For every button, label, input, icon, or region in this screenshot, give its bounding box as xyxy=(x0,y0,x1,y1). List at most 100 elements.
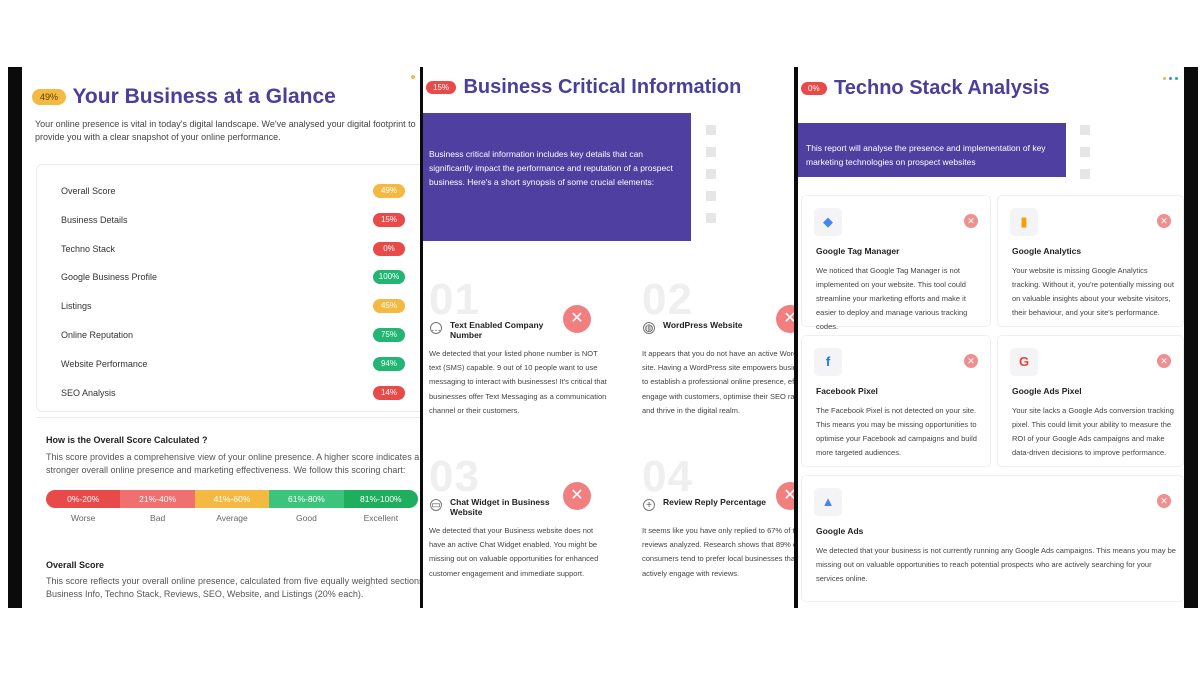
score-label: SEO Analysis xyxy=(61,387,116,398)
score-label: Techno Stack xyxy=(61,243,116,254)
card-body: It seems like you have only replied to 6… xyxy=(642,526,794,578)
card-body: We detected that your Business website d… xyxy=(429,526,599,578)
score-badge: 49% xyxy=(373,184,405,198)
glance-panel: 49% Your Business at a Glance Your onlin… xyxy=(22,67,420,608)
score-label: Google Business Profile xyxy=(61,272,158,283)
scale-label: Bad xyxy=(150,513,166,523)
glance-intro: Your online presence is vital in today's… xyxy=(35,119,416,142)
close-icon[interactable]: ✕ xyxy=(1157,494,1171,508)
tool-body: We noticed that Google Tag Manager is no… xyxy=(816,266,968,331)
scale-segment: 21%-40% xyxy=(120,490,195,508)
score-scale-labels: Worse Bad Average Good Excellent xyxy=(46,513,418,523)
tool-name: Google Analytics xyxy=(1012,246,1082,256)
critical-panel: 15% Business Critical Information Busine… xyxy=(423,67,794,608)
tool-name: Google Ads Pixel xyxy=(1012,386,1082,396)
close-icon[interactable]: ✕ xyxy=(964,214,978,228)
calc-title: How is the Overall Score Calculated ? xyxy=(46,435,208,445)
decor-dot xyxy=(411,75,415,79)
score-row: Google Business Profile 100% xyxy=(61,269,405,285)
close-icon[interactable]: ✕ xyxy=(1157,354,1171,368)
tool-card: ◆ Google Tag Manager ✕ We noticed that Goog… xyxy=(801,195,991,331)
google-ads-icon-glyph: ▲ xyxy=(821,494,835,509)
scale-segment: 61%-80% xyxy=(269,490,344,508)
critical-intro: Business critical information includes k… xyxy=(429,149,673,187)
card-number: 03 xyxy=(429,452,480,501)
card-body: It appears that you do not have an activ… xyxy=(642,349,794,415)
card-number: 04 xyxy=(642,452,693,501)
scale-label: Worse xyxy=(71,513,96,523)
tool-name: Google Ads xyxy=(816,526,864,536)
scale-segment: 81%-100% xyxy=(343,490,419,508)
google-icon-glyph: G xyxy=(1018,354,1030,369)
google-icon: G xyxy=(1010,348,1038,376)
google-tag-manager-icon-glyph: ◆ xyxy=(823,214,833,229)
close-icon[interactable]: ✕ xyxy=(776,305,794,333)
card-title: Review Reply Percentage xyxy=(663,497,766,507)
score-scale-bar: 0%-20% 21%-40% 41%-60% 61%-80% 81%-100% xyxy=(46,490,419,508)
calc-text: This score provides a comprehensive view… xyxy=(46,452,420,475)
overall-score-text: This score reflects your overall online … xyxy=(46,576,420,599)
close-icon[interactable]: ✕ xyxy=(1157,214,1171,228)
close-icon[interactable]: ✕ xyxy=(563,482,591,510)
google-analytics-icon: ▮ xyxy=(1010,208,1038,236)
facebook-icon: f xyxy=(814,348,842,376)
critical-title: Business Critical Information xyxy=(463,76,742,98)
critical-card: 01… Text Enabled Company Number ✕ We detect… xyxy=(423,275,608,435)
critical-card: 03 ▭ Chat Widget in Business Website ✕ We de… xyxy=(423,452,608,608)
close-icon[interactable]: ✕ xyxy=(563,305,591,333)
score-row: Overall Score 49% xyxy=(61,183,405,199)
critical-card: 02 ◍ WordPress Website ✕ It appears that you… xyxy=(636,275,794,435)
tool-card: f Facebook Pixel ✕ The Facebook Pixel is no… xyxy=(801,335,991,467)
scale-segment: 41%-60% xyxy=(194,490,270,508)
card-title: Text Enabled Company Number xyxy=(450,320,544,340)
decor-squares xyxy=(706,125,716,235)
score-label: Website Performance xyxy=(61,358,148,369)
google-ads-icon: ▲ xyxy=(814,488,842,516)
glance-percent-badge: 49% xyxy=(32,89,67,105)
tool-body: Your website is missing Google Analytics… xyxy=(1012,266,1174,317)
sms-icon: … xyxy=(430,322,442,334)
score-row: Business Details 15% xyxy=(61,212,405,228)
google-tag-manager-icon: ◆ xyxy=(814,208,842,236)
critical-card: 04 + Review Reply Percentage ✕ It seems like… xyxy=(636,452,794,608)
glance-title: Your Business at a Glance xyxy=(72,85,336,108)
card-number: 01 xyxy=(429,275,480,324)
decor-dots xyxy=(1160,67,1178,85)
glance-header: 49% Your Business at a Glance xyxy=(32,85,336,109)
critical-percent-badge: 15% xyxy=(426,81,457,94)
tool-body: Your site lacks a Google Ads conversion … xyxy=(1012,406,1174,457)
score-badge: 75% xyxy=(373,328,405,342)
score-row: SEO Analysis 14% xyxy=(61,385,405,401)
score-badge: 94% xyxy=(373,356,405,371)
card-title: Chat Widget in Business Website xyxy=(450,497,550,517)
score-badge: 14% xyxy=(373,385,405,400)
scale-label: Good xyxy=(296,513,317,523)
score-calculation-section: How is the Overall Score Calculated ? Th… xyxy=(36,417,420,608)
score-badge: 100% xyxy=(373,270,405,285)
close-icon[interactable]: ✕ xyxy=(776,482,794,510)
close-icon[interactable]: ✕ xyxy=(964,354,978,368)
score-label: Business Details xyxy=(61,214,128,225)
chat-icon: ▭ xyxy=(430,499,442,511)
score-row: Online Reputation 75% xyxy=(61,327,405,343)
score-row: Website Performance 94% xyxy=(61,356,405,372)
score-badge: 0% xyxy=(373,241,405,256)
score-summary-card: Overall Score 49% Business Details 15% Techn… xyxy=(36,164,420,412)
stack-panel: 0% Techno Stack Analysis This report wil… xyxy=(798,67,1184,608)
score-badge: 45% xyxy=(373,299,405,314)
score-label: Overall Score xyxy=(61,186,116,196)
tool-card: ▮ Google Analytics ✕ Your website is missin… xyxy=(997,195,1184,327)
tool-body: We detected that your business is not cu… xyxy=(816,546,1176,583)
globe-icon: ◍ xyxy=(643,322,655,334)
facebook-icon-glyph: f xyxy=(825,354,831,369)
tool-card: G Google Ads Pixel ✕ Your site lacks a Goog… xyxy=(997,335,1184,467)
report-collage: 49% Your Business at a Glance Your onlin… xyxy=(0,0,1200,675)
score-label: Listings xyxy=(61,301,92,312)
stack-header: 0% Techno Stack Analysis xyxy=(801,77,1050,100)
card-body: We detected that your listed phone numbe… xyxy=(429,349,607,415)
review-icon: + xyxy=(643,499,655,511)
score-label: Online Reputation xyxy=(61,330,134,340)
score-badge: 15% xyxy=(373,212,405,227)
tool-name: Facebook Pixel xyxy=(816,386,878,396)
critical-header: 15% Business Critical Information xyxy=(426,76,741,99)
